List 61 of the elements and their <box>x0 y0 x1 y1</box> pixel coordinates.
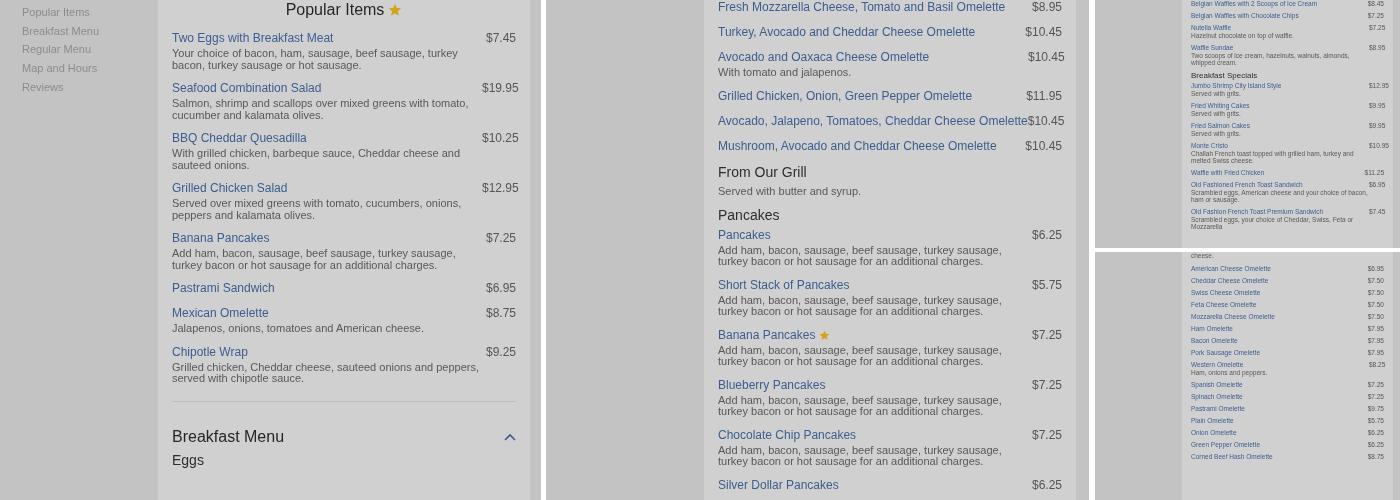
item-name[interactable]: Grilled Chicken, Onion, Green Pepper Omelette <box>718 88 973 104</box>
item-price: $6.25 <box>1031 477 1062 493</box>
item-name[interactable]: Fresh Mozzarella Cheese, Tomato and Basil Omelette <box>718 0 1006 15</box>
item-price: $6.25 <box>1031 227 1062 244</box>
item-name[interactable]: Chipotle Wrap <box>172 344 248 360</box>
item-description: With grilled chicken, barbeque sauce, Cheddar cheese and sauteed onions. <box>172 148 461 171</box>
item-description: With tomato and jalapenos. <box>718 67 853 79</box>
subsection-heading: Breakfast Specials <box>1191 71 1259 80</box>
item-name[interactable]: Grilled Chicken Salad <box>172 181 288 196</box>
item-name[interactable]: Mushroom, Avocado and Cheddar Cheese Omelette <box>718 138 997 154</box>
item-price: $10.45 <box>1027 113 1065 129</box>
item-description: Add ham, bacon, sausage, beef sausage, turkey sausage, turkey bacon or hot sausage for an additional charges. <box>172 248 457 271</box>
item-price: $8.75 <box>485 306 516 322</box>
subsection-heading: Eggs <box>172 451 205 468</box>
item-description: Add ham, bacon, sausage, beef sausage, turkey sausage, turkey bacon or hot sausage for an additional charges. <box>718 394 1003 418</box>
section-title: Popular Items <box>285 0 385 20</box>
item-name[interactable]: Mexican Omelette <box>172 306 269 321</box>
category-heading: Breakfast Menu <box>172 427 285 446</box>
item-price: $7.45 <box>485 31 516 47</box>
item-description: Your choice of bacon, ham, sausage, beef sausage, turkey bacon, turkey sausage or hot sausage. <box>172 48 459 71</box>
item-name[interactable]: Seafood Combination Salad <box>172 81 322 96</box>
item-description: Add ham, bacon, sausage, beef sausage, turkey sausage, turkey bacon or hot sausage for an additional charges. <box>718 244 1003 268</box>
item-description: Add ham, bacon, sausage, beef sausage, turkey sausage, turkey bacon or hot sausage for an additional charges. <box>718 344 1003 368</box>
item-price: $9.25 <box>485 344 516 361</box>
item-description: Salmon, shrimp and scallops over mixed greens with tomato, cucumber and kalamata olives. <box>172 98 470 121</box>
item-price: $5.75 <box>1031 277 1062 294</box>
item-price: $10.25 <box>482 131 519 147</box>
item-name[interactable]: BBQ Cheddar Quesadilla <box>172 131 307 146</box>
item-name[interactable]: Banana Pancakes <box>172 231 270 246</box>
item-price: $7.25 <box>1031 327 1062 344</box>
item-name[interactable]: Short Stack of Pancakes <box>718 277 850 293</box>
item-name[interactable]: Avocado, Jalapeno, Tomatoes, Cheddar Cheese Omelette <box>718 113 1028 129</box>
item-description: Jalapenos, onions, tomatoes and American cheese. <box>172 323 425 335</box>
item-name[interactable]: Pastrami Sandwich <box>172 281 275 296</box>
item-name[interactable]: Silver Dollar Pancakes <box>718 477 839 493</box>
item-price: $7.25 <box>485 231 516 247</box>
item-price: $10.45 <box>1028 50 1065 66</box>
item-price: $10.45 <box>1025 138 1062 154</box>
item-price: $10.45 <box>1025 25 1062 40</box>
section-note: Served with butter and syrup. <box>718 184 863 197</box>
item-name[interactable]: Pancakes <box>718 227 771 243</box>
item-price: $11.95 <box>1026 88 1062 104</box>
item-description: Served over mixed greens with tomato, cucumbers, onions, peppers and kalamata olives. <box>172 198 463 221</box>
item-price: $7.25 <box>1031 427 1062 444</box>
item-description: Grilled chicken, Cheddar cheese, sauteed onions and peppers, served with chipotle sauce. <box>172 361 480 385</box>
item-description: Add ham, bacon, sausage, beef sausage, turkey sausage, turkey bacon or hot sausage for an additional charges. <box>718 294 1003 318</box>
subsection-heading: Pancakes <box>718 206 781 223</box>
item-price: $8.95 <box>1031 0 1062 15</box>
chevron-icon[interactable] <box>504 432 516 441</box>
item-price: $19.95 <box>482 81 519 97</box>
item-name[interactable]: Chocolate Chip Pancakes <box>718 427 857 443</box>
item-description: Add ham, bacon, sausage, beef sausage, turkey sausage, turkey bacon or hot sausage for an additional charges. <box>718 444 1003 468</box>
item-price: $12.95 <box>482 181 519 197</box>
item-name[interactable]: Banana Pancakes <box>718 327 816 343</box>
subsection-heading: From Our Grill <box>718 163 808 180</box>
item-name[interactable]: Two Eggs with Breakfast Meat <box>172 31 334 46</box>
item-name[interactable]: Blueberry Pancakes <box>718 377 826 393</box>
item-price: $7.25 <box>1031 377 1062 394</box>
item-price: $6.95 <box>485 281 516 296</box>
item-name[interactable]: Turkey, Avocado and Cheddar Cheese Omelette <box>718 25 976 40</box>
item-name[interactable]: Avocado and Oaxaca Cheese Omelette <box>718 50 930 65</box>
